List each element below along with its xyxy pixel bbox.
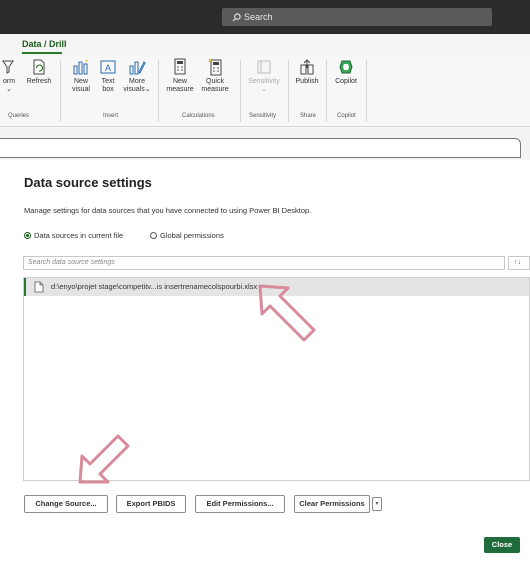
refresh-button[interactable]: Refresh [24, 58, 54, 86]
copilot-label: Copilot [335, 78, 357, 85]
data-source-path: d:\enyo\projet stage\competitv...is inse… [51, 282, 258, 291]
active-tab-indicator [22, 52, 62, 54]
export-pbids-button[interactable]: Export PBIDS [116, 495, 186, 513]
refresh-icon [33, 59, 45, 75]
more-visuals-label-2: visuals⌄ [123, 86, 151, 93]
copilot-icon [339, 60, 353, 74]
radio-global-permissions[interactable]: Global permissions [150, 231, 224, 240]
new-visual-label-2: visual [72, 86, 90, 93]
radio-unselected-icon [150, 232, 157, 239]
dialog-title: Data source settings [24, 175, 152, 190]
ribbon-separator [288, 60, 289, 122]
text-box-label-2: box [102, 86, 114, 93]
sensitivity-icon [257, 60, 271, 74]
more-visuals-label-1: More [129, 78, 145, 85]
transform-dropdown: ⌄ [6, 86, 12, 93]
svg-text:A: A [105, 63, 111, 73]
sensitivity-label-1: Sensitivity [248, 78, 280, 85]
quick-measure-icon [208, 58, 222, 76]
new-visual-button[interactable]: + New visual [68, 58, 94, 94]
data-source-settings-dialog: Data source settings Manage settings for… [0, 160, 530, 562]
group-calculations-label: Calculations [182, 113, 215, 119]
refresh-label: Refresh [26, 78, 52, 85]
tab-data-drill[interactable]: Data / Drill [22, 39, 67, 49]
new-visual-label-1: New [73, 78, 88, 85]
ribbon-separator [240, 60, 241, 122]
ribbon-separator [60, 60, 61, 122]
transform-label: orm [2, 78, 16, 85]
transform-icon [2, 60, 14, 74]
new-measure-label-2: measure [166, 86, 194, 93]
search-icon [232, 13, 241, 22]
copilot-button[interactable]: Copilot [332, 58, 360, 86]
new-measure-label-1: New [172, 78, 187, 85]
publish-button[interactable]: Publish [294, 58, 320, 86]
ribbon-separator [326, 60, 327, 122]
search-label: Search [244, 12, 273, 22]
sort-button[interactable]: ↑↓ [508, 256, 530, 270]
radio-selected-icon [24, 232, 31, 239]
group-sensitivity-label: Sensitivity [249, 113, 277, 119]
new-measure-button[interactable]: New measure [164, 58, 196, 94]
transform-data-button[interactable]: orm ⌄ [0, 58, 20, 94]
publish-label: Publish [295, 78, 319, 85]
radio-data-sources-current-file[interactable]: Data sources in current file [24, 231, 123, 240]
quick-measure-label-2: measure [201, 86, 229, 93]
radio-current-label: Data sources in current file [34, 231, 124, 240]
text-box-label-1: Text [101, 78, 115, 85]
change-source-button[interactable]: Change Source... [24, 495, 108, 513]
new-visual-icon: + [73, 59, 89, 75]
edit-permissions-button[interactable]: Edit Permissions... [195, 495, 285, 513]
group-insert-label: Insert [103, 113, 119, 119]
annotation-arrow-icon [258, 284, 316, 342]
annotation-arrow-icon [78, 434, 130, 484]
search-data-source-input[interactable]: Search data source settings [23, 256, 505, 270]
title-bar: Search [0, 0, 530, 34]
publish-icon [300, 59, 314, 75]
close-button[interactable]: Close [484, 537, 520, 553]
group-copilot-label: Copilot [337, 113, 356, 119]
svg-text:+: + [85, 59, 89, 65]
quick-measure-label-1: Quick [206, 78, 224, 85]
clear-permissions-dropdown[interactable]: ▾ [372, 497, 382, 511]
sensitivity-button[interactable]: Sensitivity ⌄ [244, 58, 284, 94]
chevron-down-icon: ▾ [375, 501, 379, 507]
formula-bar[interactable] [0, 138, 521, 158]
group-queries-label: Queries [8, 113, 30, 119]
clear-permissions-button[interactable]: Clear Permissions [294, 495, 370, 513]
ribbon-tab-bar: Data / Drill [0, 34, 530, 56]
ribbon: orm ⌄ Refresh Queries + New visual A Tex… [0, 56, 530, 127]
radio-global-label: Global permissions [160, 231, 224, 240]
more-visuals-button[interactable]: More visuals⌄ [122, 58, 152, 94]
quick-measure-button[interactable]: Quick measure [198, 58, 232, 94]
calculator-icon [174, 58, 186, 75]
ribbon-separator [158, 60, 159, 122]
dialog-description: Manage settings for data sources that yo… [24, 206, 312, 215]
group-share-label: Share [300, 113, 317, 119]
search-box[interactable]: Search [222, 8, 492, 26]
ribbon-separator [366, 60, 367, 122]
text-box-icon: A [100, 60, 116, 74]
more-visuals-icon [129, 61, 146, 75]
text-box-button[interactable]: A Text box [96, 58, 120, 94]
file-icon [34, 281, 44, 293]
sensitivity-label-2: ⌄ [261, 86, 267, 93]
